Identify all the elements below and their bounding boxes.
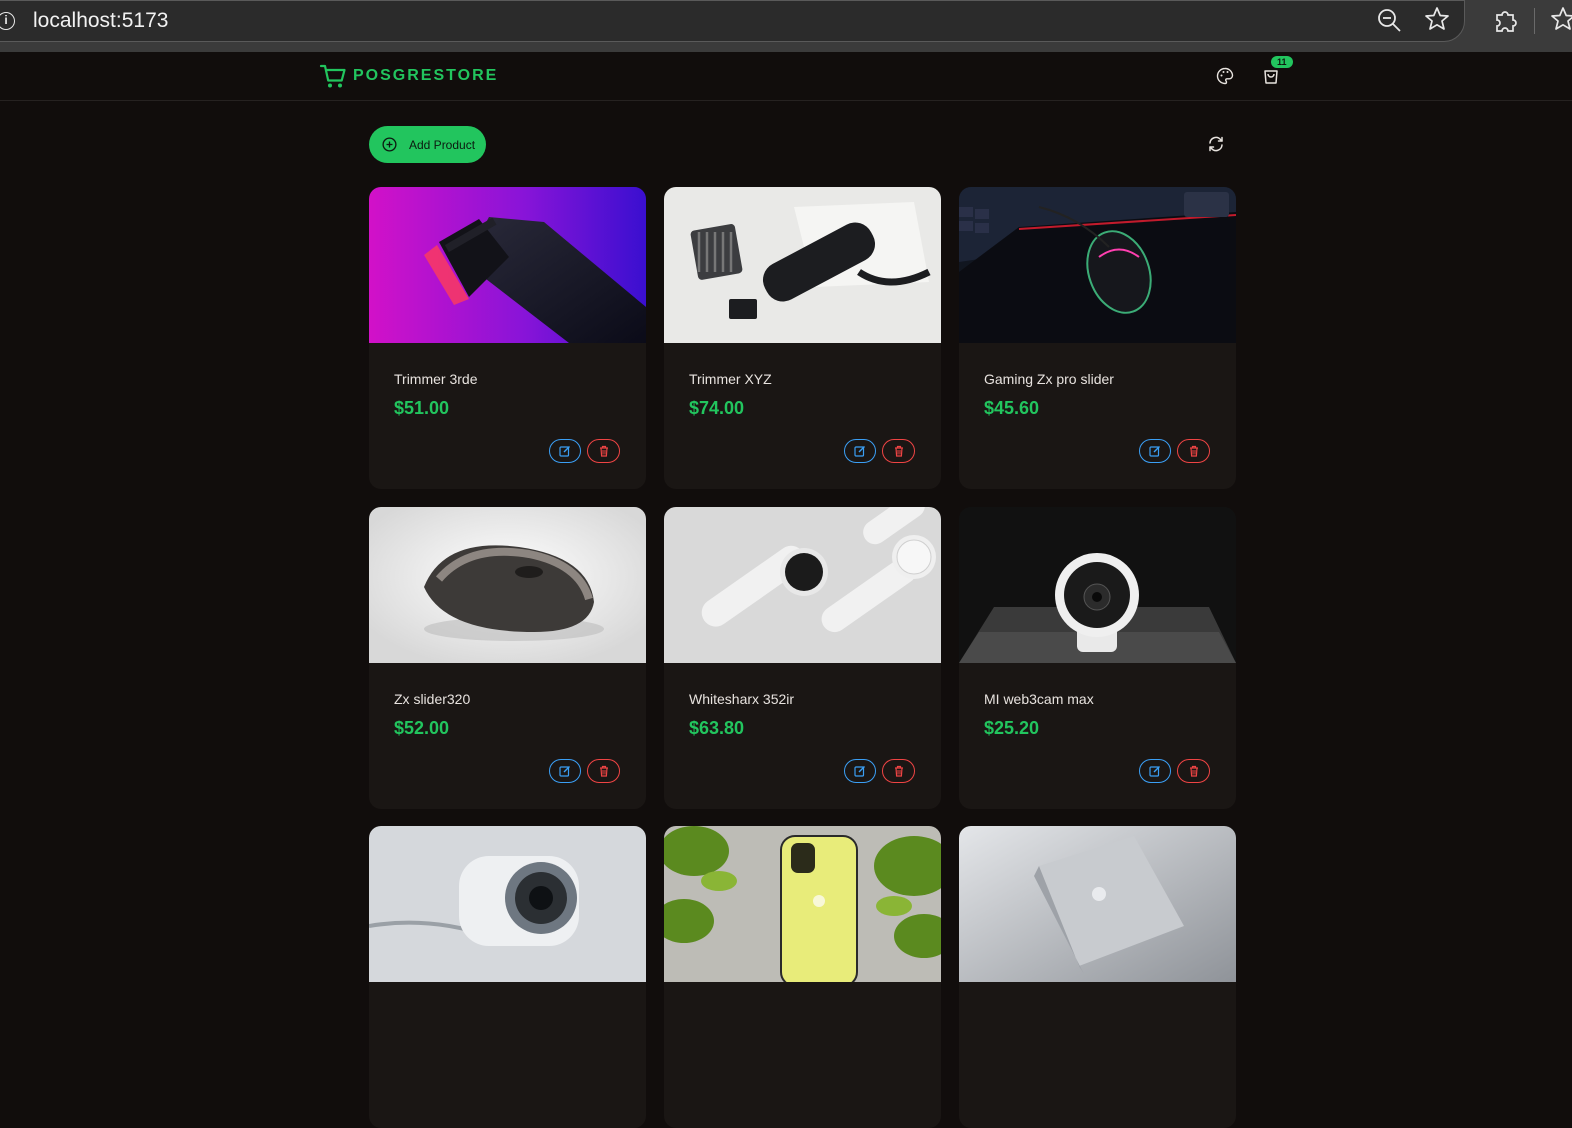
edit-icon (559, 446, 570, 457)
product-price: $25.20 (984, 718, 1040, 738)
brand-name: POSGRESTORE (353, 67, 499, 84)
address-bar[interactable]: i localhost:5173 (0, 0, 1465, 42)
product-card: Trimmer 3rde $51.00 (369, 187, 646, 489)
product-image-gaming-mouse (959, 187, 1236, 343)
product-image-wireless-mouse (369, 507, 646, 663)
edit-product-button[interactable] (844, 759, 876, 783)
delete-product-button[interactable] (882, 759, 915, 783)
edit-product-button[interactable] (844, 439, 876, 463)
delete-product-button[interactable] (587, 439, 620, 463)
product-price: $52.00 (394, 718, 450, 738)
extensions-icon[interactable] (1492, 7, 1518, 33)
favorite-star-icon[interactable] (1424, 6, 1450, 32)
trash-icon (894, 445, 903, 457)
edit-icon (854, 446, 865, 457)
product-name: Gaming Zx pro slider (984, 371, 1114, 387)
product-name: MI web3cam max (984, 691, 1094, 707)
product-price: $63.80 (689, 718, 745, 738)
product-image-trimmer (369, 187, 646, 343)
product-card (369, 826, 646, 1128)
cart-count-badge: 11 (1271, 56, 1293, 68)
product-name: Zx slider320 (394, 691, 471, 707)
product-image-smartwatch (664, 507, 941, 663)
product-card: MI web3cam max $25.20 (959, 507, 1236, 809)
trash-icon (599, 445, 608, 457)
delete-product-button[interactable] (1177, 439, 1210, 463)
add-product-label: Add Product (409, 137, 476, 152)
product-card (664, 826, 941, 1128)
product-card: Zx slider320 $52.00 (369, 507, 646, 809)
trash-icon (1189, 765, 1198, 777)
product-card: Whitesharx 352ir $63.80 (664, 507, 941, 809)
edit-product-button[interactable] (1139, 439, 1171, 463)
refresh-icon[interactable] (1207, 135, 1225, 153)
theme-palette-icon[interactable] (1216, 67, 1234, 85)
zoom-out-icon[interactable] (1376, 7, 1402, 33)
product-price: $51.00 (394, 398, 450, 418)
product-price: $45.60 (984, 398, 1040, 418)
edit-product-button[interactable] (1139, 759, 1171, 783)
product-card: Trimmer XYZ $74.00 (664, 187, 941, 489)
app-navbar: POSGRESTORE (0, 52, 1572, 101)
favorites-icon[interactable] (1550, 6, 1572, 32)
edit-product-button[interactable] (549, 759, 581, 783)
trash-icon (599, 765, 608, 777)
toolbar-separator (1534, 8, 1535, 34)
delete-product-button[interactable] (587, 759, 620, 783)
shopping-cart-icon (319, 64, 346, 88)
product-card: Gaming Zx pro slider $45.60 (959, 187, 1236, 489)
trash-icon (1189, 445, 1198, 457)
product-price: $74.00 (689, 398, 745, 418)
product-name: Trimmer 3rde (394, 371, 478, 387)
product-image-laptop (959, 826, 1236, 982)
cart-bag-icon[interactable] (1261, 66, 1281, 86)
product-image-smartphone (664, 826, 941, 982)
product-image-webcam (959, 507, 1236, 663)
delete-product-button[interactable] (1177, 759, 1210, 783)
product-image-streaming-webcam (369, 826, 646, 982)
edit-icon (1149, 766, 1160, 777)
product-card (959, 826, 1236, 1128)
trash-icon (894, 765, 903, 777)
delete-product-button[interactable] (882, 439, 915, 463)
product-name: Trimmer XYZ (689, 371, 772, 387)
browser-toolbar: i localhost:5173 (0, 0, 1572, 52)
product-name: Whitesharx 352ir (689, 691, 795, 707)
brand-logo-link[interactable]: POSGRESTORE (319, 62, 498, 90)
edit-icon (1149, 446, 1160, 457)
product-image-trimmer-kit (664, 187, 941, 343)
plus-circle-icon (382, 137, 397, 152)
edit-icon (854, 766, 865, 777)
site-info-icon[interactable]: i (0, 12, 15, 30)
edit-icon (559, 766, 570, 777)
edit-product-button[interactable] (549, 439, 581, 463)
add-product-button[interactable]: Add Product (369, 126, 486, 163)
address-url[interactable]: localhost:5173 (33, 9, 168, 33)
